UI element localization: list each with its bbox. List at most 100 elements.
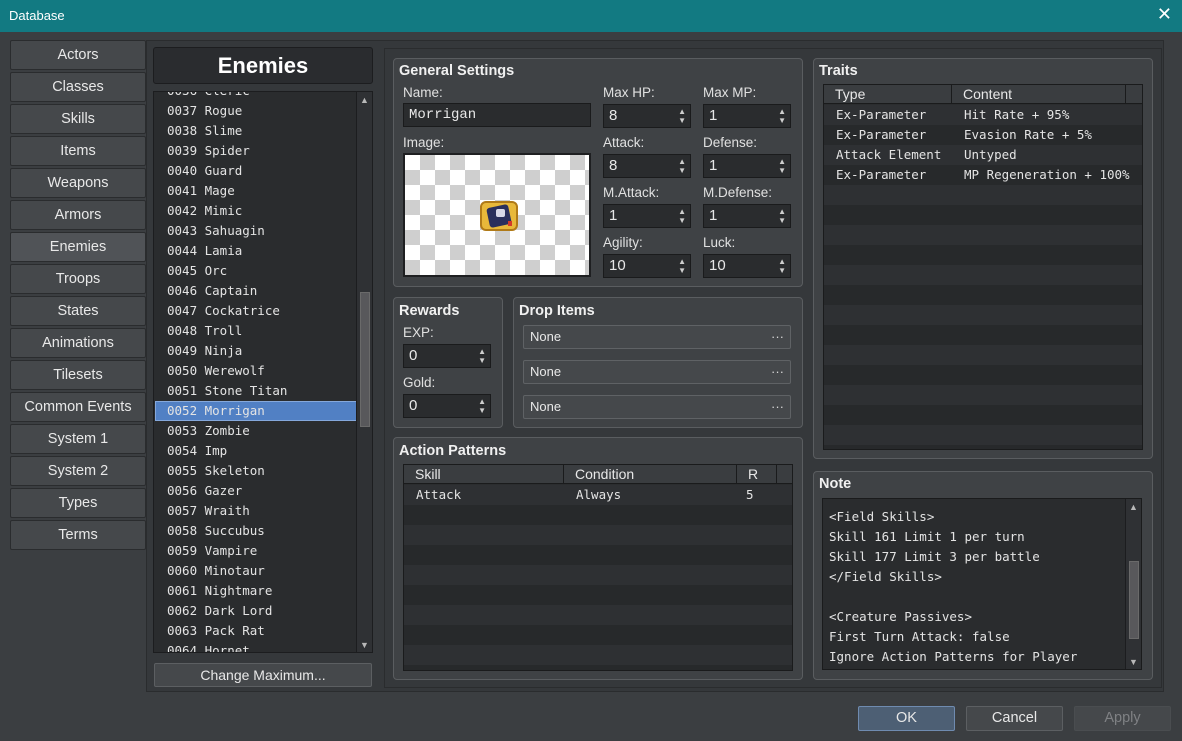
max-mp-spinbox[interactable]: 1 ▲ ▼ (703, 104, 791, 128)
trait-type-cell[interactable]: Ex-Parameter (836, 165, 926, 185)
scroll-up-icon[interactable]: ▲ (360, 95, 369, 105)
category-skills[interactable]: Skills (10, 104, 146, 134)
spin-arrows-icon[interactable]: ▲ ▼ (478, 397, 486, 415)
category-tilesets[interactable]: Tilesets (10, 360, 146, 390)
enemy-list-item[interactable]: 0047 Cockatrice (155, 301, 357, 321)
enemy-list-item[interactable]: 0054 Imp (155, 441, 357, 461)
enemy-list-item[interactable]: 0040 Guard (155, 161, 357, 181)
category-system-2[interactable]: System 2 (10, 456, 146, 486)
m-attack-spinbox[interactable]: 1 ▲ ▼ (603, 204, 691, 228)
m-defense-spinbox[interactable]: 1 ▲ ▼ (703, 204, 791, 228)
scroll-down-icon[interactable]: ▼ (360, 640, 369, 650)
action-patterns-table[interactable]: Skill Condition R Attack Always 5 (403, 464, 793, 671)
trait-type-cell[interactable]: Ex-Parameter (836, 125, 926, 145)
column-header-r[interactable]: R (737, 465, 777, 484)
scroll-down-icon[interactable]: ▼ (1129, 657, 1138, 667)
exp-spinbox[interactable]: 0 ▲ ▼ (403, 344, 491, 368)
category-troops[interactable]: Troops (10, 264, 146, 294)
luck-spinbox[interactable]: 10 ▲ ▼ (703, 254, 791, 278)
spin-arrows-icon[interactable]: ▲ ▼ (778, 107, 786, 125)
category-items[interactable]: Items (10, 136, 146, 166)
action-condition-cell[interactable]: Always (576, 485, 621, 505)
enemy-list-item[interactable]: 0046 Captain (155, 281, 357, 301)
trait-content-cell[interactable]: Hit Rate + 95% (964, 105, 1069, 125)
category-animations[interactable]: Animations (10, 328, 146, 358)
enemy-list-item[interactable]: 0037 Rogue (155, 101, 357, 121)
scrollbar-thumb[interactable] (360, 292, 370, 427)
trait-content-cell[interactable]: Evasion Rate + 5% (964, 125, 1092, 145)
trait-content-cell[interactable]: MP Regeneration + 100% (964, 165, 1130, 185)
enemy-list-item[interactable]: 0056 Gazer (155, 481, 357, 501)
agility-spinbox[interactable]: 10 ▲ ▼ (603, 254, 691, 278)
enemy-list-item[interactable]: 0048 Troll (155, 321, 357, 341)
column-header-condition[interactable]: Condition (564, 465, 737, 484)
enemy-list-item[interactable]: 0050 Werewolf (155, 361, 357, 381)
enemy-list-item[interactable]: 0036 Cleric (155, 92, 357, 101)
spin-arrows-icon[interactable]: ▲ ▼ (478, 347, 486, 365)
drop-item-2-selector[interactable]: None ··· (523, 360, 791, 384)
attack-spinbox[interactable]: 8 ▲ ▼ (603, 154, 691, 178)
apply-button[interactable]: Apply (1074, 706, 1171, 731)
enemy-image[interactable] (403, 153, 591, 277)
trait-content-cell[interactable]: Untyped (964, 145, 1017, 165)
category-armors[interactable]: Armors (10, 200, 146, 230)
trait-type-cell[interactable]: Ex-Parameter (836, 105, 926, 125)
enemy-list-item[interactable]: 0060 Minotaur (155, 561, 357, 581)
drop-item-1-selector[interactable]: None ··· (523, 325, 791, 349)
spin-arrows-icon[interactable]: ▲ ▼ (678, 157, 686, 175)
note-textarea[interactable]: Ignore Action Patterns for Player First T… (822, 498, 1142, 670)
enemy-list-item[interactable]: 0052 Morrigan (155, 401, 357, 421)
enemy-list[interactable]: 0064 Hornet 0063 Pack Rat 0062 Dark Lord 00… (153, 91, 373, 653)
enemy-list-item[interactable]: 0038 Slime (155, 121, 357, 141)
column-header-content[interactable]: Content (952, 85, 1126, 104)
spin-arrows-icon[interactable]: ▲ ▼ (678, 107, 686, 125)
column-header-type[interactable]: Type (824, 85, 952, 104)
category-actors[interactable]: Actors (10, 40, 146, 70)
category-terms[interactable]: Terms (10, 520, 146, 550)
enemy-list-item[interactable]: 0053 Zombie (155, 421, 357, 441)
spin-arrows-icon[interactable]: ▲ ▼ (778, 157, 786, 175)
category-common-events[interactable]: Common Events (10, 392, 146, 422)
enemy-list-item[interactable]: 0042 Mimic (155, 201, 357, 221)
column-header-skill[interactable]: Skill (404, 465, 564, 484)
enemy-list-scrollbar[interactable]: ▲ ▼ (356, 92, 372, 652)
spin-arrows-icon[interactable]: ▲ ▼ (778, 207, 786, 225)
enemy-list-item[interactable]: 0041 Mage (155, 181, 357, 201)
category-classes[interactable]: Classes (10, 72, 146, 102)
enemy-list-item[interactable]: 0059 Vampire (155, 541, 357, 561)
cancel-button[interactable]: Cancel (966, 706, 1063, 731)
enemy-list-item[interactable]: 0062 Dark Lord (155, 601, 357, 621)
category-states[interactable]: States (10, 296, 146, 326)
enemy-list-item[interactable]: 0064 Hornet (155, 641, 357, 652)
enemy-list-item[interactable]: 0045 Orc (155, 261, 357, 281)
defense-spinbox[interactable]: 1 ▲ ▼ (703, 154, 791, 178)
category-types[interactable]: Types (10, 488, 146, 518)
spin-arrows-icon[interactable]: ▲ ▼ (678, 207, 686, 225)
ok-button[interactable]: OK (858, 706, 955, 731)
category-system-1[interactable]: System 1 (10, 424, 146, 454)
enemy-list-item[interactable]: 0051 Stone Titan (155, 381, 357, 401)
enemy-list-item[interactable]: 0044 Lamia (155, 241, 357, 261)
scroll-up-icon[interactable]: ▲ (1129, 502, 1138, 512)
category-enemies[interactable]: Enemies (10, 232, 146, 262)
action-skill-cell[interactable]: Attack (416, 485, 461, 505)
max-hp-spinbox[interactable]: 8 ▲ ▼ (603, 104, 691, 128)
enemy-list-item[interactable]: 0039 Spider (155, 141, 357, 161)
enemy-list-item[interactable]: 0043 Sahuagin (155, 221, 357, 241)
change-maximum-button[interactable]: Change Maximum... (154, 663, 372, 687)
traits-table[interactable]: Type Content Ex-Parameter Hit Rate + 95% Ex-… (823, 84, 1143, 450)
enemy-list-item[interactable]: 0057 Wraith (155, 501, 357, 521)
scrollbar-thumb[interactable] (1129, 561, 1139, 639)
trait-type-cell[interactable]: Attack Element (836, 145, 941, 165)
gold-spinbox[interactable]: 0 ▲ ▼ (403, 394, 491, 418)
category-weapons[interactable]: Weapons (10, 168, 146, 198)
enemy-list-item[interactable]: 0063 Pack Rat (155, 621, 357, 641)
enemy-list-item[interactable]: 0058 Succubus (155, 521, 357, 541)
enemy-list-item[interactable]: 0055 Skeleton (155, 461, 357, 481)
name-field[interactable]: Morrigan (403, 103, 591, 127)
spin-arrows-icon[interactable]: ▲ ▼ (778, 257, 786, 275)
note-scrollbar[interactable]: ▲ ▼ (1125, 499, 1141, 669)
enemy-list-item[interactable]: 0049 Ninja (155, 341, 357, 361)
enemy-list-item[interactable]: 0061 Nightmare (155, 581, 357, 601)
drop-item-3-selector[interactable]: None ··· (523, 395, 791, 419)
